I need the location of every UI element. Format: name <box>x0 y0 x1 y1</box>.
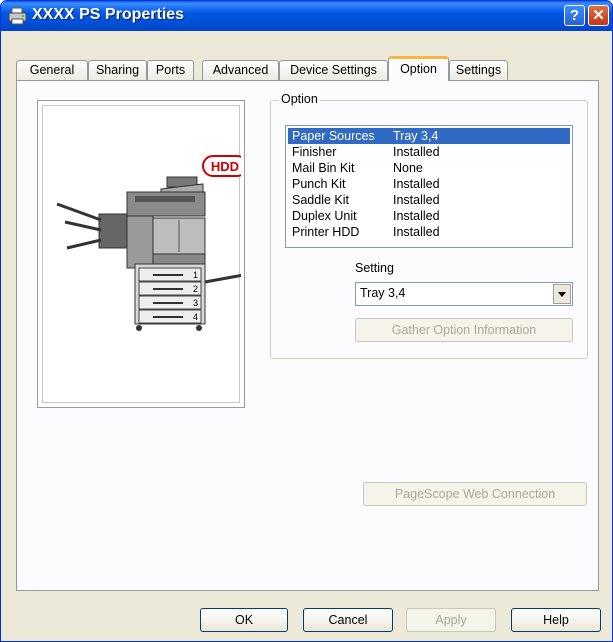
option-name: Finisher <box>292 145 337 159</box>
tray-number-1: 1 <box>193 270 198 280</box>
help-title-button[interactable]: ? <box>564 5 585 26</box>
setting-select-value: Tray 3,4 <box>360 286 406 300</box>
option-value: Installed <box>393 225 440 239</box>
option-name: Punch Kit <box>292 177 346 191</box>
apply-button[interactable]: Apply <box>406 608 496 632</box>
option-value: Tray 3,4 <box>393 129 439 143</box>
option-name: Mail Bin Kit <box>292 161 355 175</box>
window-title: XXXX PS Properties <box>32 6 185 23</box>
option-list[interactable]: Paper Sources Tray 3,4 Finisher Installe… <box>285 125 573 248</box>
printer-illustration: HDD 1 2 3 4 <box>56 155 250 331</box>
option-value: Installed <box>393 193 440 207</box>
option-row-printer-hdd[interactable]: Printer HDD Installed <box>288 224 570 240</box>
tab-option[interactable]: Option <box>388 56 449 81</box>
option-group-label: Option <box>279 92 320 106</box>
close-button[interactable]: ✕ <box>588 5 609 26</box>
option-value: None <box>393 161 423 175</box>
option-name: Duplex Unit <box>292 209 357 223</box>
option-value: Installed <box>393 177 440 191</box>
tray-number-3: 3 <box>193 298 198 308</box>
option-row-duplex-unit[interactable]: Duplex Unit Installed <box>288 208 570 224</box>
tab-settings[interactable]: Settings <box>449 60 508 80</box>
tray-number-4: 4 <box>193 312 198 322</box>
setting-select[interactable]: Tray 3,4 <box>355 282 573 306</box>
option-value: Installed <box>393 145 440 159</box>
pagescope-web-connection-button[interactable]: PageScope Web Connection <box>363 482 587 506</box>
option-name: Printer HDD <box>292 225 360 239</box>
option-value: Installed <box>393 209 440 223</box>
printer-icon <box>8 7 27 25</box>
hdd-badge-text: HDD <box>211 159 239 174</box>
option-row-saddle-kit[interactable]: Saddle Kit Installed <box>288 192 570 208</box>
option-name: Paper Sources <box>292 129 375 143</box>
dropdown-arrow-icon[interactable] <box>553 284 571 304</box>
tab-sharing[interactable]: Sharing <box>88 60 147 80</box>
cancel-button[interactable]: Cancel <box>303 608 393 632</box>
option-row-punch-kit[interactable]: Punch Kit Installed <box>288 176 570 192</box>
gather-option-information-button[interactable]: Gather Option Information <box>355 318 573 342</box>
properties-dialog: XXXX PS Properties ? ✕ General Sharing P… <box>0 0 613 642</box>
tab-device-settings[interactable]: Device Settings <box>279 60 388 80</box>
printer-preview: HDD 1 2 3 4 <box>37 100 250 408</box>
option-row-finisher[interactable]: Finisher Installed <box>288 144 570 160</box>
title-bar[interactable]: XXXX PS Properties ? ✕ <box>1 1 612 31</box>
tab-general[interactable]: General <box>16 60 88 80</box>
help-button[interactable]: Help <box>511 608 601 632</box>
ok-button[interactable]: OK <box>200 608 288 632</box>
tray-number-2: 2 <box>193 284 198 294</box>
option-group-label-text: Option <box>281 92 318 106</box>
option-row-mail-bin-kit[interactable]: Mail Bin Kit None <box>288 160 570 176</box>
tab-ports[interactable]: Ports <box>147 60 194 80</box>
option-row-paper-sources[interactable]: Paper Sources Tray 3,4 <box>288 128 570 144</box>
option-name: Saddle Kit <box>292 193 349 207</box>
tab-advanced[interactable]: Advanced <box>202 60 279 80</box>
setting-label: Setting <box>355 261 394 275</box>
